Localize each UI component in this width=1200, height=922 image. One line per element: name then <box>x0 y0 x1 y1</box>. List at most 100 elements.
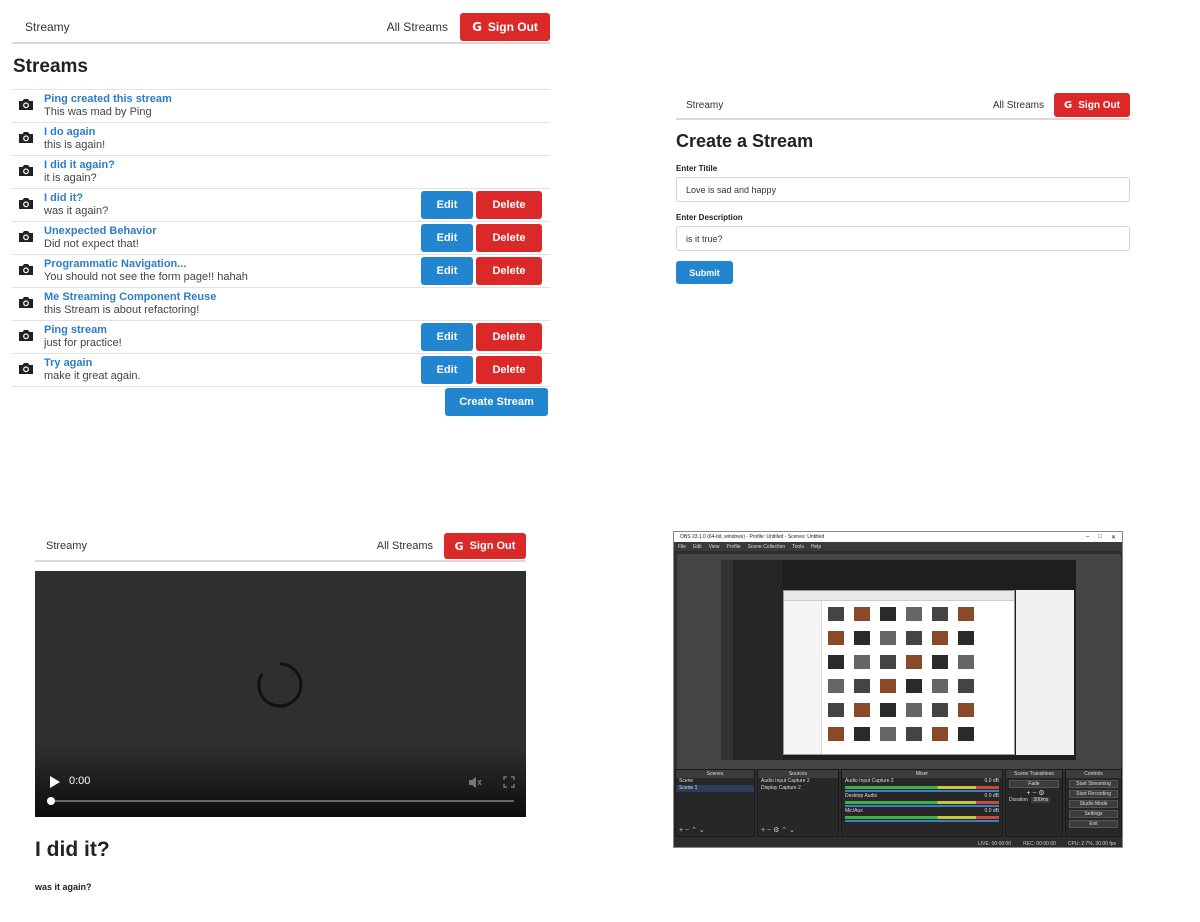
file-thumbnail <box>906 679 922 693</box>
stream-list-item: I did it again? it is again? <box>12 156 550 189</box>
stream-item-title[interactable]: I did it again? <box>44 159 115 172</box>
title-input[interactable]: Love is sad and happy <box>676 177 1130 202</box>
stream-item-actions: Edit Delete <box>421 356 542 384</box>
all-streams-link[interactable]: All Streams <box>377 540 433 552</box>
delete-button[interactable]: Delete <box>476 257 542 285</box>
fullscreen-icon[interactable] <box>503 776 515 788</box>
source-item[interactable]: Display Capture 2 <box>758 785 838 792</box>
file-thumbnail <box>880 631 896 645</box>
duration-input[interactable]: 300ms <box>1031 797 1051 803</box>
obs-preview[interactable] <box>677 554 1121 769</box>
stream-item-description: You should not see the form page!! hahah <box>44 271 248 283</box>
obs-menu-item[interactable]: View <box>709 544 720 550</box>
stream-item-description: make it great again. <box>44 370 141 382</box>
file-thumbnail <box>854 679 870 693</box>
obs-statusbar: LIVE: 00:00:00 REC: 00:00:00 CPU: 2.7%, … <box>674 838 1122 847</box>
stream-description: was it again? <box>35 882 92 892</box>
stream-item-text: Try again make it great again. <box>44 357 141 383</box>
progress-track[interactable] <box>51 800 514 802</box>
stream-item-title[interactable]: Programmatic Navigation... <box>44 258 248 271</box>
obs-menubar: File Edit View Profile Scene Collection Tools… <box>674 542 1122 551</box>
volume-slider[interactable] <box>845 820 999 822</box>
volume-meter <box>845 816 999 819</box>
scenes-dock: Scenes Scene Scene 1 + − ⌃ ⌄ <box>675 769 755 837</box>
file-thumbnail <box>828 679 844 693</box>
sources-toolbar[interactable]: + − ⚙ ⌃ ⌄ <box>758 826 838 836</box>
sign-out-button[interactable]: G Sign Out <box>1054 93 1130 117</box>
all-streams-link[interactable]: All Streams <box>387 20 448 34</box>
file-thumbnail <box>854 727 870 741</box>
obs-menu-item[interactable]: Edit <box>693 544 702 550</box>
stream-list: Ping created this stream This was mad by … <box>12 89 550 387</box>
delete-button[interactable]: Delete <box>476 191 542 219</box>
scenes-toolbar[interactable]: + − ⌃ ⌄ <box>676 826 754 836</box>
brand-link[interactable]: Streamy <box>686 100 723 111</box>
play-icon[interactable] <box>49 775 61 789</box>
live-time: LIVE: 00:00:00 <box>978 840 1012 847</box>
mixer-channel-level: 0.0 dB <box>984 808 999 814</box>
brand-link[interactable]: Streamy <box>25 20 70 34</box>
stream-list-item: Try again make it great again. Edit Delete <box>12 354 550 387</box>
edit-button[interactable]: Edit <box>421 191 473 219</box>
delete-button[interactable]: Delete <box>476 356 542 384</box>
sign-out-button[interactable]: G Sign Out <box>444 533 526 559</box>
explorer-toolbar <box>784 591 1014 601</box>
duration-label: Duration <box>1009 797 1028 803</box>
stream-item-title[interactable]: Try again <box>44 357 141 370</box>
volume-slider[interactable] <box>845 790 999 792</box>
stream-item-title[interactable]: Ping created this stream <box>44 93 172 106</box>
edit-button[interactable]: Edit <box>421 323 473 351</box>
control-button[interactable]: Settings <box>1069 810 1118 818</box>
progress-handle[interactable] <box>47 797 55 805</box>
edit-button[interactable]: Edit <box>421 224 473 252</box>
description-input[interactable]: is it true? <box>676 226 1130 251</box>
obs-menu-item[interactable]: Profile <box>726 544 740 550</box>
explorer-nav-pane <box>784 601 822 754</box>
source-item[interactable]: Audio Input Capture 2 <box>758 778 838 785</box>
sign-out-label: Sign Out <box>487 20 538 34</box>
stream-item-title[interactable]: Me Streaming Component Reuse <box>44 291 216 304</box>
stream-item-text: Me Streaming Component Reuse this Stream … <box>44 291 216 317</box>
file-thumbnail <box>880 655 896 669</box>
stream-item-title[interactable]: I did it? <box>44 192 108 205</box>
stream-item-title[interactable]: I do again <box>44 126 105 139</box>
edit-button[interactable]: Edit <box>421 356 473 384</box>
file-thumbnail <box>880 679 896 693</box>
obs-menu-item[interactable]: File <box>678 544 686 550</box>
maximize-icon[interactable]: □ <box>1098 534 1102 541</box>
transition-select[interactable]: Fade <box>1009 780 1059 788</box>
delete-button[interactable]: Delete <box>476 323 542 351</box>
brand-link[interactable]: Streamy <box>46 540 87 552</box>
stream-item-description: just for practice! <box>44 337 122 349</box>
title-field-label: Enter Titile <box>676 164 718 173</box>
stream-item-title[interactable]: Ping stream <box>44 324 122 337</box>
control-button[interactable]: Studio Mode <box>1069 800 1118 808</box>
sign-out-button[interactable]: G Sign Out <box>460 13 550 41</box>
submit-button[interactable]: Submit <box>676 261 733 284</box>
scene-item[interactable]: Scene 1 <box>676 785 754 792</box>
sign-out-label: Sign Out <box>469 540 516 552</box>
description-field-label: Enter Description <box>676 213 743 222</box>
file-thumbnail <box>828 655 844 669</box>
create-stream-button[interactable]: Create Stream <box>445 388 548 416</box>
stream-list-item: Ping created this stream This was mad by … <box>12 90 550 123</box>
stream-item-title[interactable]: Unexpected Behavior <box>44 225 156 238</box>
scene-item[interactable]: Scene <box>676 778 754 785</box>
obs-menu-item[interactable]: Help <box>811 544 821 550</box>
obs-menu-item[interactable]: Scene Collection <box>748 544 786 550</box>
mute-icon[interactable] <box>468 776 482 789</box>
control-button[interactable]: Start Recording <box>1069 790 1118 798</box>
delete-button[interactable]: Delete <box>476 224 542 252</box>
obs-menu-item[interactable]: Tools <box>792 544 804 550</box>
minimize-icon[interactable]: – <box>1086 534 1089 541</box>
transition-toolbar[interactable]: + − ⚙ <box>1006 790 1062 797</box>
control-button[interactable]: Start Streaming <box>1069 780 1118 788</box>
close-icon[interactable]: ✕ <box>1111 534 1116 541</box>
volume-slider[interactable] <box>845 805 999 807</box>
edit-button[interactable]: Edit <box>421 257 473 285</box>
all-streams-link[interactable]: All Streams <box>993 100 1044 111</box>
control-button[interactable]: Exit <box>1069 820 1118 828</box>
stream-list-item: I do again this is again! <box>12 123 550 156</box>
video-player[interactable]: 0:00 <box>35 571 526 817</box>
file-thumbnail <box>958 631 974 645</box>
